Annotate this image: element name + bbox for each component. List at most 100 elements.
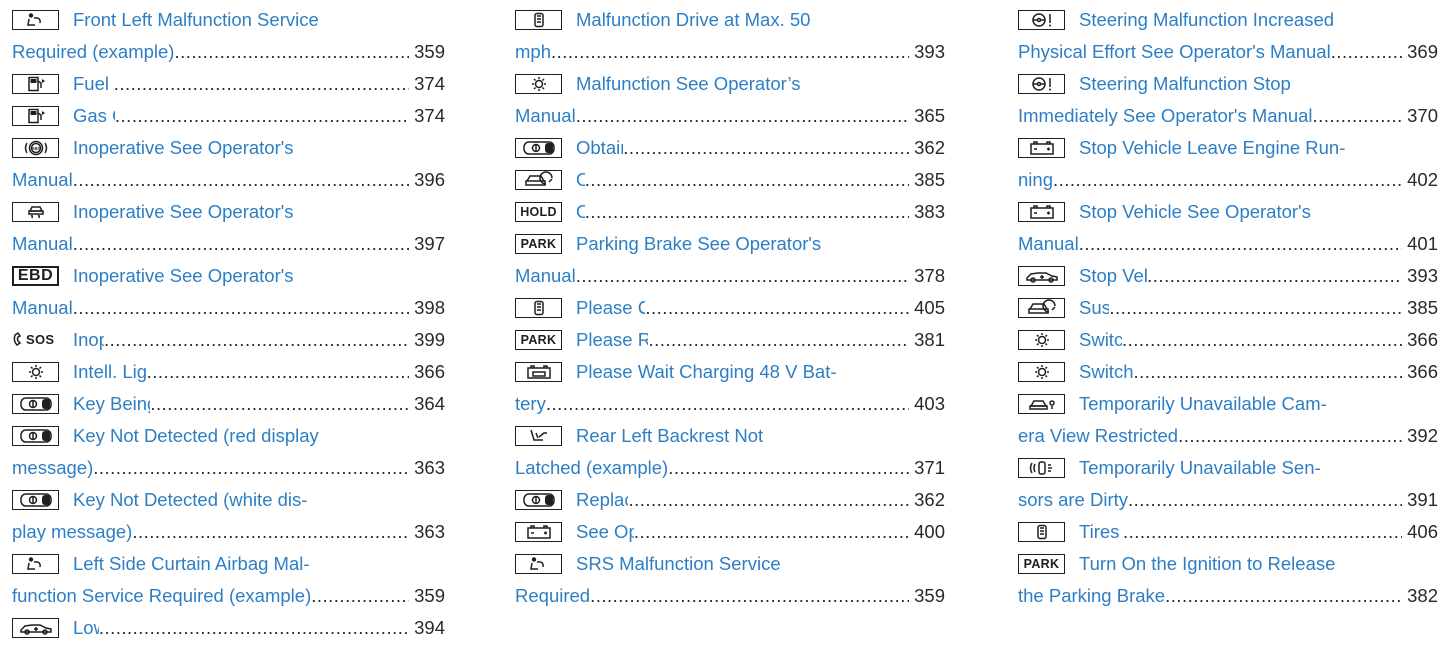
entry-title[interactable]: Off xyxy=(576,164,585,196)
index-entry[interactable]: PARK Turn On the Ignition to Release the P… xyxy=(1018,548,1438,612)
entry-title[interactable]: Obtain a New Key xyxy=(576,132,623,164)
entry-title[interactable]: ning xyxy=(1018,164,1053,196)
index-entry[interactable]: Stop Vehicle Vehicle Too Low 393 xyxy=(1018,260,1438,292)
entry-title[interactable]: Latched (example) xyxy=(515,452,668,484)
entry-title[interactable]: Lowering xyxy=(73,612,99,644)
index-entry[interactable]: Temporarily Unavailable Cam-era View Res… xyxy=(1018,388,1438,452)
entry-title[interactable]: play message) xyxy=(12,516,132,548)
entry-title[interactable]: Turn On the Ignition to Release xyxy=(1079,548,1335,580)
entry-title[interactable]: Inoperative See Operator's xyxy=(73,260,294,292)
entry-title[interactable]: Intell. Light System Inoperative xyxy=(73,356,147,388)
entry-title[interactable]: Required xyxy=(515,580,590,612)
entry-title[interactable]: tery xyxy=(515,388,546,420)
index-entry[interactable]: Stop Vehicle See Operator'sManual 401 xyxy=(1018,196,1438,260)
entry-title[interactable]: Steering Malfunction Stop xyxy=(1079,68,1291,100)
entry-title[interactable]: Manual xyxy=(12,292,73,324)
index-entry[interactable]: Key Not Detected (white dis-play message… xyxy=(12,484,445,548)
entry-title[interactable]: era View Restricted xyxy=(1018,420,1178,452)
entry-title[interactable]: sors are Dirty xyxy=(1018,484,1128,516)
entry-title[interactable]: Stop Vehicle Vehicle Too Low xyxy=(1079,260,1147,292)
entry-title[interactable]: Manual xyxy=(515,260,576,292)
entry-title[interactable]: Please Wait Charging 48 V Bat- xyxy=(576,356,837,388)
entry-title[interactable]: SRS Malfunction Service xyxy=(576,548,781,580)
entry-title[interactable]: Front Left Malfunction Service xyxy=(73,4,319,36)
entry-title[interactable]: Please Release Parking Brake xyxy=(576,324,648,356)
entry-title[interactable]: Malfunction See Operator’s xyxy=(576,68,801,100)
entry-line: Rear Left Backrest Not xyxy=(515,420,945,452)
entry-title[interactable]: the Parking Brake xyxy=(1018,580,1165,612)
index-entry[interactable]: Off 385 xyxy=(515,164,945,196)
index-entry[interactable]: Inoperative See Operator'sManual 397 xyxy=(12,196,445,260)
index-entry[interactable]: Key Not Detected (red displaymessage) 363 xyxy=(12,420,445,484)
index-entry[interactable]: Temporarily Unavailable Sen-sors are Dir… xyxy=(1018,452,1438,516)
index-entry[interactable]: SRS Malfunction ServiceRequired 359 xyxy=(515,548,945,612)
index-entry[interactable]: Stop Vehicle Leave Engine Run-ning 402 xyxy=(1018,132,1438,196)
index-entry[interactable]: Gas Cap Loose 374 xyxy=(12,100,445,132)
entry-title[interactable]: Key Not Detected (white dis- xyxy=(73,484,307,516)
index-entry[interactable]: Please Wait Charging 48 V Bat-tery 403 xyxy=(515,356,945,420)
index-entry[interactable]: Tires Overheated 406 xyxy=(1018,516,1438,548)
index-entry[interactable]: Fuel Level Low 374 xyxy=(12,68,445,100)
index-entry[interactable]: Switch Off Lights 366 xyxy=(1018,324,1438,356)
entry-title[interactable]: Gas Cap Loose xyxy=(73,100,115,132)
entry-title[interactable]: Immediately See Operator's Manual xyxy=(1018,100,1313,132)
entry-title[interactable]: Temporarily Unavailable Cam- xyxy=(1079,388,1327,420)
index-entry[interactable]: PARK Please Release Parking Brake 381 xyxy=(515,324,945,356)
entry-title[interactable]: Stop Vehicle Leave Engine Run- xyxy=(1079,132,1345,164)
index-entry[interactable]: HOLD Off 383 xyxy=(515,196,945,228)
entry-title[interactable]: Manual xyxy=(1018,228,1079,260)
index-entry[interactable]: Steering Malfunction Increased Physical E… xyxy=(1018,4,1438,68)
index-entry[interactable]: Suspended 385 xyxy=(1018,292,1438,324)
entry-title[interactable]: Key Being Initialized Please Wait xyxy=(73,388,150,420)
entry-title[interactable]: Malfunction Drive at Max. 50 xyxy=(576,4,810,36)
index-entry[interactable]: Malfunction Drive at Max. 50 mph 393 xyxy=(515,4,945,68)
entry-title[interactable]: Tires Overheated xyxy=(1079,516,1123,548)
entry-title[interactable]: mph xyxy=(515,36,551,68)
entry-title[interactable]: Stop Vehicle See Operator's xyxy=(1079,196,1311,228)
index-entry[interactable]: Intell. Light System Inoperative 366 xyxy=(12,356,445,388)
index-entry[interactable]: Lowering 394 xyxy=(12,612,445,644)
entry-title[interactable]: Switch On Headlamps xyxy=(1079,356,1133,388)
entry-title[interactable]: Suspended xyxy=(1079,292,1109,324)
index-entry[interactable]: Switch On Headlamps 366 xyxy=(1018,356,1438,388)
entry-title[interactable]: Manual xyxy=(12,228,73,260)
entry-title[interactable]: Inoperative See Operator's xyxy=(73,196,294,228)
entry-title[interactable]: Steering Malfunction Increased xyxy=(1079,4,1334,36)
index-entry[interactable]: Replace Key Battery 362 xyxy=(515,484,945,516)
index-entry[interactable]: Key Being Initialized Please Wait 364 xyxy=(12,388,445,420)
page-number: 366 xyxy=(1407,361,1438,382)
entry-title[interactable]: Required (example) xyxy=(12,36,174,68)
index-entry[interactable]: Left Side Curtain Airbag Mal-function Se… xyxy=(12,548,445,612)
entry-title[interactable]: Manual xyxy=(12,164,73,196)
index-entry[interactable]: EBD Inoperative See Operator'sManual 398 xyxy=(12,260,445,324)
entry-title[interactable]: Physical Effort See Operator's Manual xyxy=(1018,36,1331,68)
entry-title[interactable]: Inoperative xyxy=(73,324,104,356)
index-entry[interactable]: See Operator's Manual 400 xyxy=(515,516,945,548)
index-entry[interactable]: Steering Malfunction Stop Immediately See… xyxy=(1018,68,1438,132)
index-entry[interactable]: Rear Left Backrest NotLatched (example) 3… xyxy=(515,420,945,484)
entry-title[interactable]: message) xyxy=(12,452,93,484)
entry-title[interactable]: Left Side Curtain Airbag Mal- xyxy=(73,548,310,580)
index-entry[interactable]: ABS Inoperative See Operator'sManual 396 xyxy=(12,132,445,196)
entry-title[interactable]: Parking Brake See Operator's xyxy=(576,228,821,260)
index-entry[interactable]: Please Correct Tire Pressure 405 xyxy=(515,292,945,324)
index-entry[interactable]: PARK Parking Brake See Operator'sManual 37… xyxy=(515,228,945,292)
entry-title[interactable]: function Service Required (example) xyxy=(12,580,311,612)
entry-line: Immediately See Operator's Manual 370 xyxy=(1018,100,1438,132)
entry-title[interactable]: Fuel Level Low xyxy=(73,68,114,100)
entry-line: Manual 365 xyxy=(515,100,945,132)
entry-title[interactable]: See Operator's Manual xyxy=(576,516,634,548)
index-entry[interactable]: SOS Inoperative 399 xyxy=(12,324,445,356)
entry-title[interactable]: Please Correct Tire Pressure xyxy=(576,292,645,324)
entry-title[interactable]: Manual xyxy=(515,100,576,132)
entry-title[interactable]: Inoperative See Operator's xyxy=(73,132,294,164)
entry-title[interactable]: Rear Left Backrest Not xyxy=(576,420,763,452)
entry-title[interactable]: Off xyxy=(576,196,585,228)
index-entry[interactable]: Malfunction See Operator’sManual 365 xyxy=(515,68,945,132)
entry-title[interactable]: Switch Off Lights xyxy=(1079,324,1122,356)
index-entry[interactable]: Obtain a New Key 362 xyxy=(515,132,945,164)
entry-title[interactable]: Replace Key Battery xyxy=(576,484,628,516)
index-entry[interactable]: Front Left Malfunction Service Required (… xyxy=(12,4,445,68)
entry-title[interactable]: Temporarily Unavailable Sen- xyxy=(1079,452,1321,484)
entry-title[interactable]: Key Not Detected (red display xyxy=(73,420,319,452)
